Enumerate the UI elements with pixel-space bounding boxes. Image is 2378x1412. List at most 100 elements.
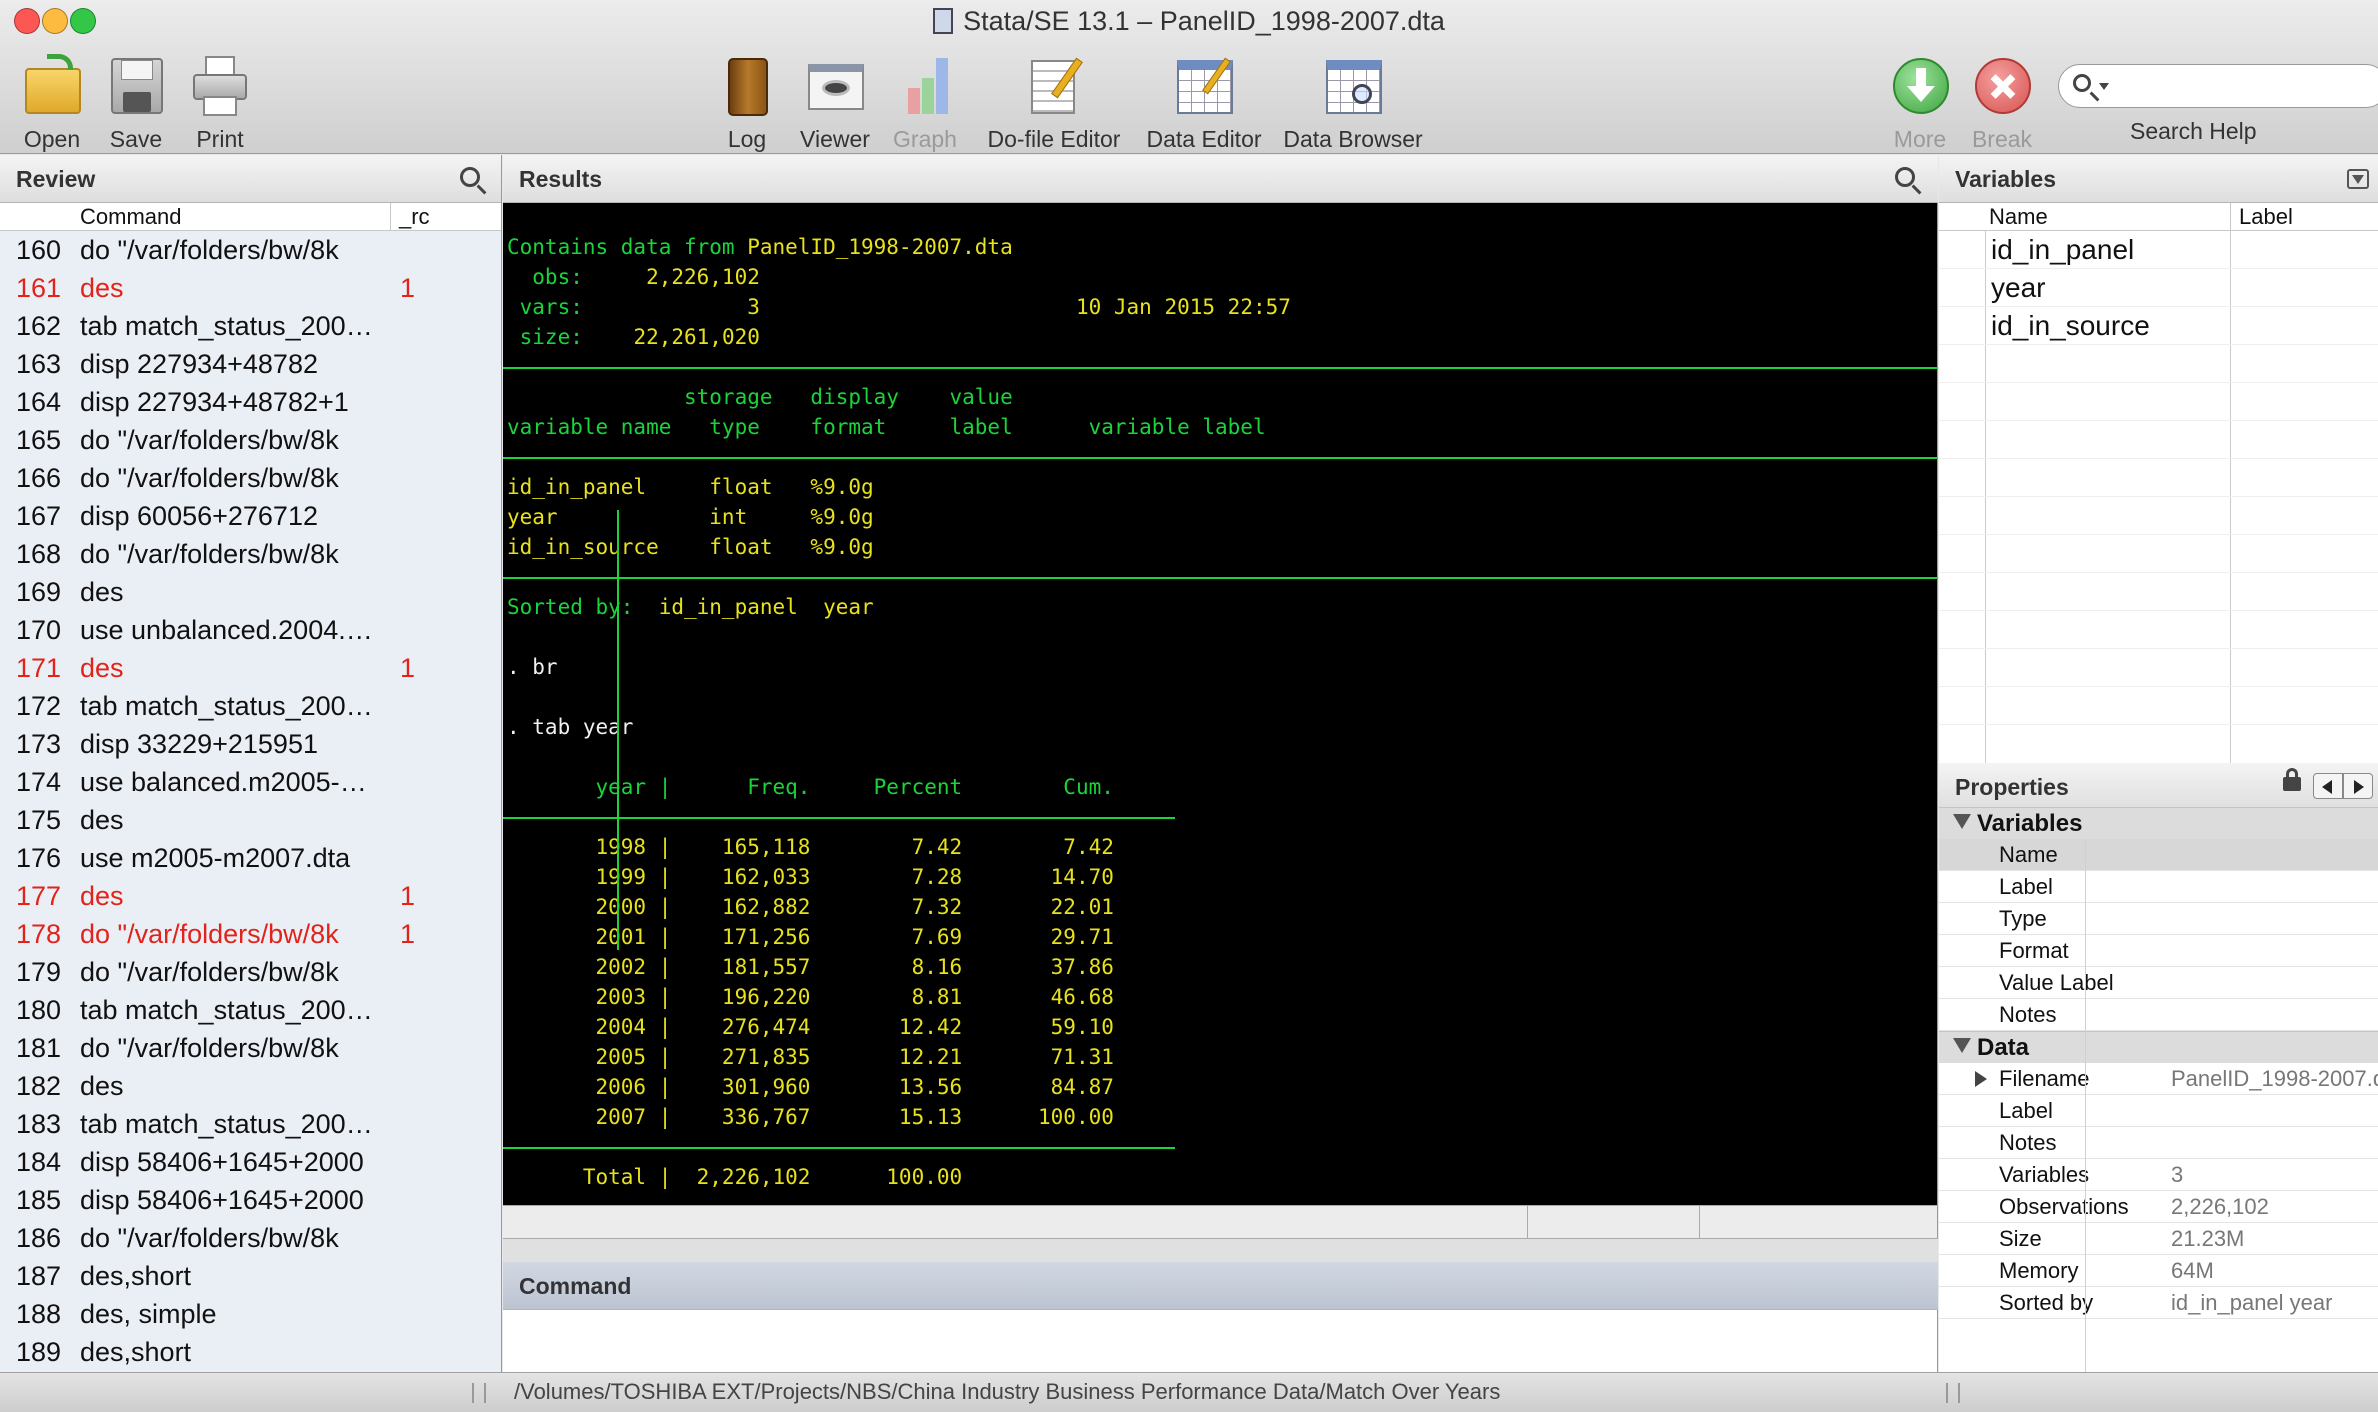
- review-item[interactable]: 165 do "/var/folders/bw/8k: [0, 421, 501, 459]
- review-item[interactable]: 168 do "/var/folders/bw/8k: [0, 535, 501, 573]
- review-resize-grip-icon[interactable]: [472, 1383, 486, 1403]
- next-arrow-icon[interactable]: [2343, 773, 2373, 799]
- variable-row[interactable]: id_in_source: [1939, 307, 2378, 345]
- review-item[interactable]: 176 use m2005-m2007.dta: [0, 839, 501, 877]
- properties-group-data[interactable]: Data: [1939, 1031, 2378, 1063]
- property-row[interactable]: Variables 3: [1939, 1159, 2378, 1191]
- property-key: Value Label: [1999, 970, 2114, 995]
- review-item[interactable]: 184 disp 58406+1645+2000: [0, 1143, 501, 1181]
- variables-col-label[interactable]: Label: [2230, 203, 2293, 231]
- data-editor-button[interactable]: Data Editor: [1134, 54, 1274, 153]
- property-key: Observations: [1999, 1194, 2129, 1219]
- dofile-editor-button[interactable]: Do-file Editor: [974, 54, 1134, 153]
- variable-row[interactable]: [1939, 611, 2378, 649]
- property-row[interactable]: Format: [1939, 935, 2378, 967]
- property-row[interactable]: Value Label: [1939, 967, 2378, 999]
- variable-row[interactable]: [1939, 459, 2378, 497]
- review-list[interactable]: 160 do "/var/folders/bw/8k 161 des 1 162 tab m…: [0, 231, 501, 1372]
- prev-arrow-icon[interactable]: [2313, 773, 2343, 799]
- variable-row[interactable]: [1939, 649, 2378, 687]
- review-item-num: 176: [16, 843, 62, 873]
- variable-row[interactable]: [1939, 497, 2378, 535]
- print-button[interactable]: Print: [180, 54, 260, 153]
- review-item[interactable]: 161 des 1: [0, 269, 501, 307]
- results-scrollbar[interactable]: [503, 1205, 1938, 1239]
- property-row[interactable]: Label: [1939, 1095, 2378, 1127]
- review-col-rc[interactable]: _rc: [390, 203, 430, 231]
- variable-row[interactable]: year: [1939, 269, 2378, 307]
- review-item[interactable]: 162 tab match_status_2005_2007: [0, 307, 501, 345]
- tab-vertical-rule: [617, 510, 619, 950]
- review-item[interactable]: 170 use unbalanced.2004.dta: [0, 611, 501, 649]
- variable-row[interactable]: [1939, 345, 2378, 383]
- splitter-handle[interactable]: [503, 1239, 1938, 1262]
- review-item-num: 186: [16, 1223, 62, 1253]
- property-row[interactable]: Notes: [1939, 999, 2378, 1031]
- property-row[interactable]: Size 21.23M: [1939, 1223, 2378, 1255]
- review-item[interactable]: 171 des 1: [0, 649, 501, 687]
- more-button[interactable]: More: [1882, 54, 1958, 153]
- save-button[interactable]: Save: [96, 54, 176, 153]
- viewer-button[interactable]: Viewer: [790, 54, 880, 153]
- variables-resize-grip-icon[interactable]: [1946, 1383, 1960, 1403]
- property-row[interactable]: Memory 64M: [1939, 1255, 2378, 1287]
- review-item[interactable]: 182 des: [0, 1067, 501, 1105]
- properties-group-variables[interactable]: Variables: [1939, 807, 2378, 839]
- review-item[interactable]: 179 do "/var/folders/bw/8k: [0, 953, 501, 991]
- review-item[interactable]: 187 des,short: [0, 1257, 501, 1295]
- review-item[interactable]: 177 des 1: [0, 877, 501, 915]
- open-button[interactable]: Open: [12, 54, 92, 153]
- lock-icon[interactable]: [2283, 768, 2301, 791]
- review-item-rc: 1: [400, 653, 416, 683]
- disclosure-right-icon[interactable]: [1975, 1071, 1987, 1087]
- search-help-input[interactable]: [2058, 64, 2378, 108]
- properties-title: Properties: [1955, 774, 2069, 800]
- review-item[interactable]: 178 do "/var/folders/bw/8k 1: [0, 915, 501, 953]
- review-item[interactable]: 188 des, simple: [0, 1295, 501, 1333]
- graph-button[interactable]: Graph: [880, 54, 970, 153]
- command-input[interactable]: [503, 1310, 1938, 1372]
- variable-row[interactable]: [1939, 421, 2378, 459]
- review-item[interactable]: 164 disp 227934+48782+1: [0, 383, 501, 421]
- property-row[interactable]: Observations 2,226,102: [1939, 1191, 2378, 1223]
- review-item[interactable]: 180 tab match_status_2005_2007: [0, 991, 501, 1029]
- log-button[interactable]: Log: [712, 54, 782, 153]
- property-row[interactable]: Sorted by id_in_panel year: [1939, 1287, 2378, 1319]
- review-item[interactable]: 172 tab match_status_2005_2007: [0, 687, 501, 725]
- review-item[interactable]: 174 use balanced.m2005-m2007: [0, 763, 501, 801]
- review-item[interactable]: 173 disp 33229+215951: [0, 725, 501, 763]
- variable-row[interactable]: [1939, 573, 2378, 611]
- review-item[interactable]: 185 disp 58406+1645+2000: [0, 1181, 501, 1219]
- review-item[interactable]: 166 do "/var/folders/bw/8k: [0, 459, 501, 497]
- variable-row[interactable]: id_in_panel: [1939, 231, 2378, 269]
- review-item[interactable]: 167 disp 60056+276712: [0, 497, 501, 535]
- tab-total-row: Total | 2,226,102 100.00: [507, 1165, 963, 1189]
- review-item[interactable]: 181 do "/var/folders/bw/8k: [0, 1029, 501, 1067]
- review-item[interactable]: 175 des: [0, 801, 501, 839]
- review-item-cmd: disp 227934+48782+1: [80, 387, 349, 417]
- property-row[interactable]: Label: [1939, 871, 2378, 903]
- review-item[interactable]: 183 tab match_status_2005_2007: [0, 1105, 501, 1143]
- property-row[interactable]: Type: [1939, 903, 2378, 935]
- variable-row[interactable]: [1939, 535, 2378, 573]
- property-row[interactable]: Notes: [1939, 1127, 2378, 1159]
- dofile-editor-icon: [1023, 54, 1085, 120]
- review-item[interactable]: 186 do "/var/folders/bw/8k: [0, 1219, 501, 1257]
- property-row[interactable]: Filename PanelID_1998-2007.dta: [1939, 1063, 2378, 1095]
- variables-list[interactable]: id_in_panel year id_in_source: [1939, 231, 2378, 763]
- review-item[interactable]: 169 des: [0, 573, 501, 611]
- variable-row[interactable]: [1939, 383, 2378, 421]
- break-button[interactable]: Break: [1964, 54, 2040, 153]
- property-row[interactable]: Name: [1939, 839, 2378, 871]
- variable-row[interactable]: [1939, 687, 2378, 725]
- results-search-icon[interactable]: [1895, 167, 1915, 187]
- variables-filter-icon[interactable]: [2347, 169, 2369, 189]
- variables-col-name[interactable]: Name: [1989, 203, 2048, 231]
- review-item[interactable]: 189 des,short: [0, 1333, 501, 1371]
- review-search-icon[interactable]: [460, 167, 480, 187]
- review-item[interactable]: 163 disp 227934+48782: [0, 345, 501, 383]
- data-editor-icon: [1173, 54, 1235, 120]
- review-item[interactable]: 160 do "/var/folders/bw/8k: [0, 231, 501, 269]
- data-browser-button[interactable]: Data Browser: [1278, 54, 1428, 153]
- review-col-command[interactable]: Command: [80, 203, 181, 231]
